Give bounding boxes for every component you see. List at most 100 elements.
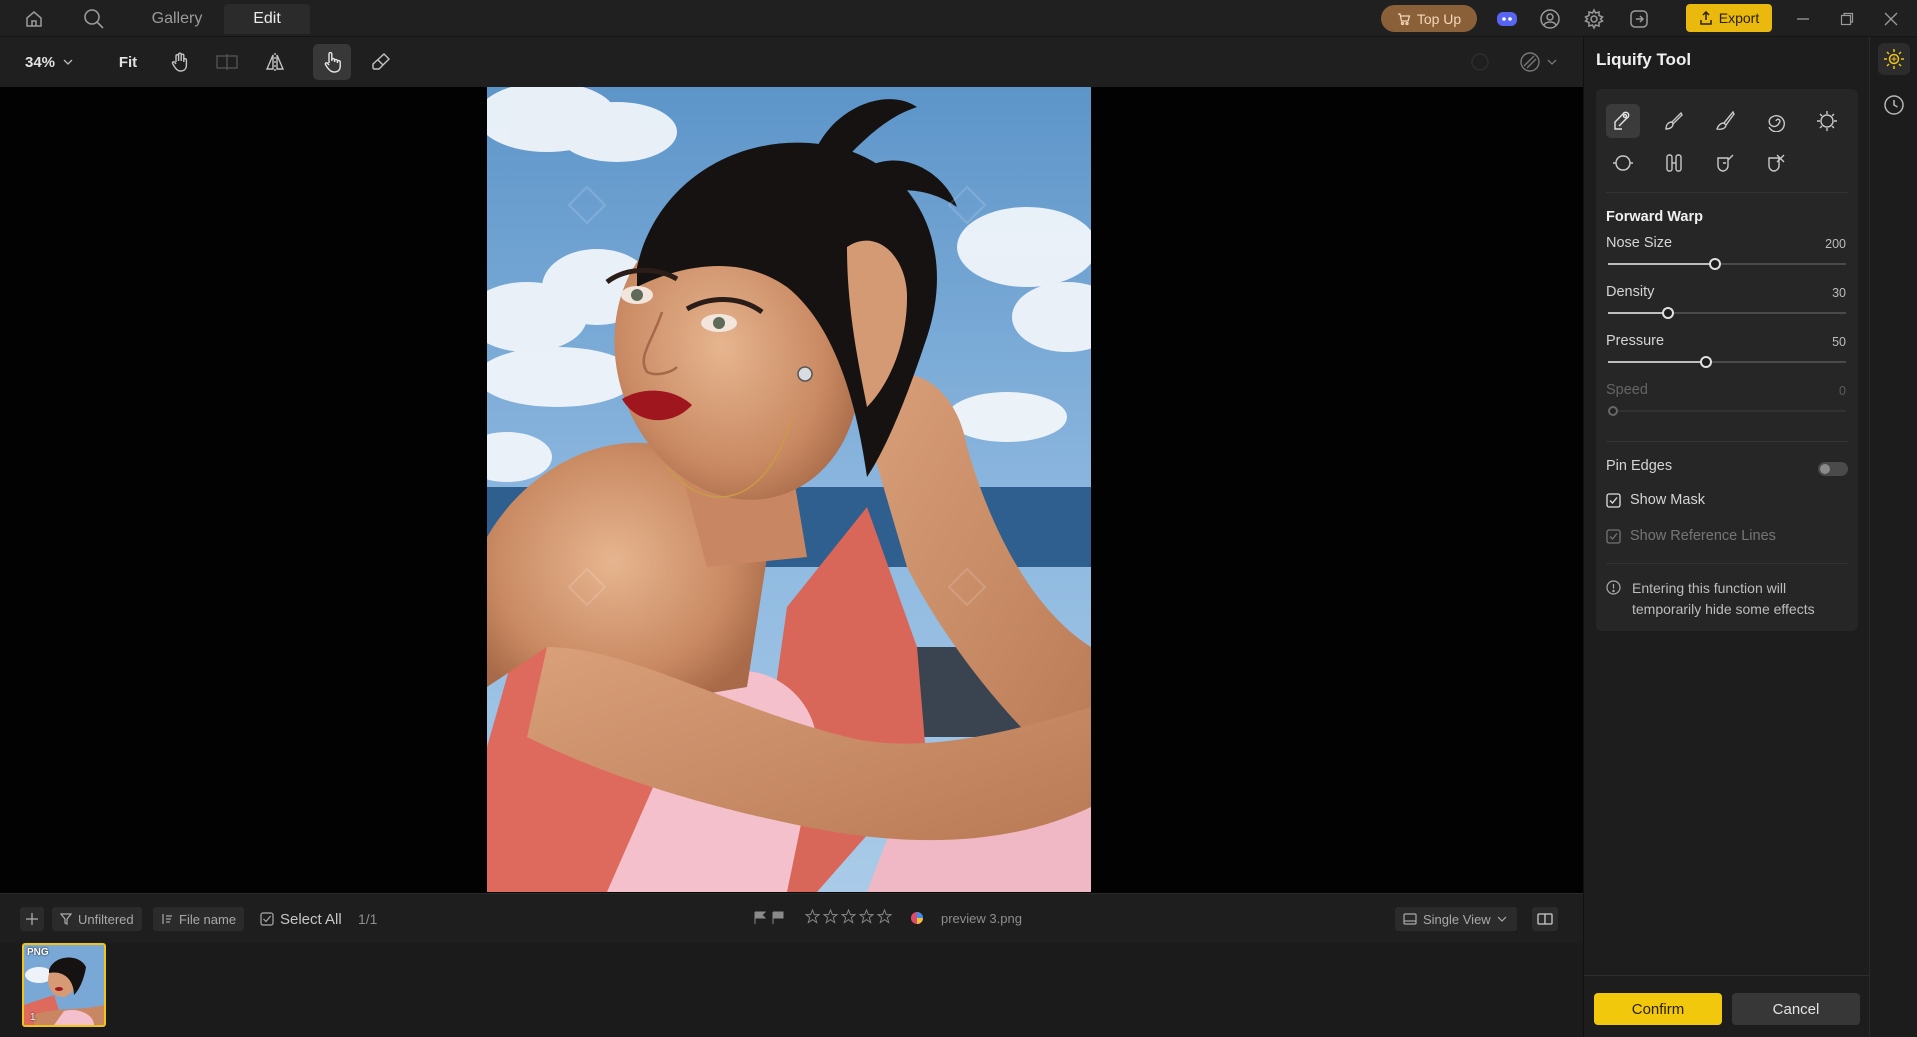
add-button[interactable] bbox=[20, 907, 44, 931]
info-text: Entering this function will temporarily … bbox=[1632, 578, 1852, 620]
filmstrip-toolbar: Unfiltered File name Select All 1/1 prev… bbox=[0, 893, 1583, 943]
slider-track-pressure[interactable] bbox=[1608, 356, 1846, 368]
bloat-icon[interactable] bbox=[1606, 146, 1640, 180]
slider-fill bbox=[1608, 263, 1716, 265]
import-icon[interactable] bbox=[1627, 6, 1651, 31]
star-icon[interactable] bbox=[841, 909, 856, 924]
account-icon[interactable] bbox=[1538, 6, 1562, 31]
history-clock-icon[interactable] bbox=[1878, 89, 1910, 121]
confirm-button[interactable]: Confirm bbox=[1594, 993, 1722, 1025]
plus-icon bbox=[26, 913, 38, 925]
twirl-icon[interactable] bbox=[1759, 104, 1793, 138]
liquify-hand-icon[interactable] bbox=[313, 44, 351, 80]
filter-button[interactable]: Unfiltered bbox=[52, 907, 142, 931]
reject-flag-icon[interactable] bbox=[772, 911, 784, 925]
split-view-button[interactable] bbox=[1532, 907, 1558, 931]
zoom-dropdown[interactable]: 34% bbox=[18, 44, 80, 80]
color-label-icon[interactable] bbox=[910, 911, 924, 930]
slider-value-nose-size: 200 bbox=[1825, 237, 1846, 251]
zoom-value: 34% bbox=[24, 53, 56, 71]
image-canvas[interactable] bbox=[0, 87, 1583, 893]
thumbnail-index: 1 bbox=[30, 1012, 36, 1023]
discord-icon[interactable] bbox=[1495, 6, 1519, 31]
slider-knob[interactable] bbox=[1699, 356, 1712, 368]
slider-track-nose-size[interactable] bbox=[1608, 258, 1846, 270]
hand-icon[interactable] bbox=[163, 44, 197, 80]
star-rating[interactable] bbox=[805, 909, 892, 924]
toggle-knob bbox=[1820, 464, 1830, 474]
flip-icon[interactable] bbox=[258, 44, 292, 80]
info-icon bbox=[1606, 580, 1621, 600]
liquify-settings-box: Forward Warp Nose Size 200 Density 30 Pr… bbox=[1596, 89, 1858, 631]
star-icon[interactable] bbox=[805, 909, 820, 924]
forward-warp-icon[interactable] bbox=[1606, 104, 1640, 138]
smooth-brush-icon[interactable] bbox=[1708, 104, 1742, 138]
slider-label-pressure: Pressure bbox=[1606, 333, 1665, 349]
star-icon[interactable] bbox=[823, 909, 838, 924]
sort-button[interactable]: File name bbox=[153, 907, 245, 931]
sort-label: File name bbox=[179, 911, 237, 927]
chevron-down-icon bbox=[1547, 59, 1557, 65]
info-text-line-1: Entering this function will bbox=[1632, 580, 1787, 596]
restore-icon[interactable] bbox=[1834, 6, 1860, 31]
cancel-button[interactable]: Cancel bbox=[1732, 993, 1860, 1025]
file-type-badge: PNG bbox=[27, 947, 49, 958]
view-mode-label: Single View bbox=[1423, 911, 1491, 927]
chevron-down-icon bbox=[1497, 916, 1507, 922]
slider-label-nose-size: Nose Size bbox=[1606, 235, 1673, 251]
compare-icon[interactable] bbox=[210, 44, 244, 80]
view-mode-dropdown[interactable]: Single View bbox=[1395, 907, 1517, 931]
show-mask-checkbox[interactable]: Show Mask bbox=[1606, 492, 1705, 508]
export-button[interactable]: Export bbox=[1686, 4, 1772, 32]
show-reference-lines-checkbox: Show Reference Lines bbox=[1606, 528, 1776, 544]
star-icon[interactable] bbox=[859, 909, 874, 924]
pucker-icon[interactable] bbox=[1810, 104, 1844, 138]
search-icon[interactable] bbox=[80, 6, 108, 31]
close-icon[interactable] bbox=[1878, 6, 1904, 31]
flag-icon[interactable] bbox=[754, 911, 766, 925]
pin-edges-label: Pin Edges bbox=[1606, 458, 1673, 474]
adjust-sun-icon[interactable] bbox=[1878, 43, 1910, 75]
slider-track-speed bbox=[1608, 406, 1846, 416]
select-all-checkbox[interactable]: Select All bbox=[260, 907, 342, 931]
cart-icon bbox=[1397, 12, 1411, 25]
pin-edges-toggle[interactable] bbox=[1818, 462, 1848, 476]
current-file-name: preview 3.png bbox=[941, 911, 1022, 926]
slider-track-density[interactable] bbox=[1608, 307, 1846, 319]
settings-gear-icon[interactable] bbox=[1582, 6, 1606, 31]
thumbnail-item[interactable]: PNG 1 bbox=[22, 943, 106, 1027]
divider bbox=[1584, 975, 1870, 976]
split-view-icon bbox=[1537, 913, 1553, 925]
spinner-icon bbox=[1466, 44, 1494, 80]
export-label: Export bbox=[1718, 10, 1760, 26]
fit-button[interactable]: Fit bbox=[110, 44, 146, 80]
sort-icon bbox=[162, 914, 172, 924]
thaw-mask-icon[interactable] bbox=[1759, 146, 1793, 180]
single-view-icon bbox=[1403, 913, 1417, 925]
info-text-line-2: temporarily hide some effects bbox=[1632, 601, 1815, 617]
eraser-icon[interactable] bbox=[364, 44, 398, 80]
push-left-icon[interactable] bbox=[1657, 146, 1691, 180]
panel-title: Liquify Tool bbox=[1596, 50, 1692, 69]
home-icon[interactable] bbox=[20, 6, 48, 31]
slider-knob bbox=[1608, 406, 1618, 416]
top-up-button[interactable]: Top Up bbox=[1381, 5, 1477, 32]
freeze-mask-icon[interactable] bbox=[1708, 146, 1742, 180]
tab-gallery[interactable]: Gallery bbox=[138, 4, 216, 34]
slider-value-speed: 0 bbox=[1839, 384, 1846, 398]
tab-edit[interactable]: Edit bbox=[224, 4, 310, 34]
mask-overlay-dropdown[interactable] bbox=[1512, 44, 1564, 80]
filter-label: Unfiltered bbox=[78, 911, 134, 927]
portrait-photo bbox=[487, 87, 1091, 892]
reconstruct-brush-icon[interactable] bbox=[1657, 104, 1691, 138]
slider-knob[interactable] bbox=[1661, 307, 1674, 319]
slider-knob[interactable] bbox=[1709, 258, 1722, 270]
star-icon[interactable] bbox=[877, 909, 892, 924]
divider bbox=[1606, 563, 1848, 564]
right-rail bbox=[1869, 37, 1917, 1037]
minimize-icon[interactable] bbox=[1790, 6, 1816, 31]
slider-fill bbox=[1608, 361, 1706, 363]
slider-label-speed: Speed bbox=[1606, 382, 1648, 398]
checkbox-icon bbox=[260, 912, 274, 926]
slider-fill bbox=[1608, 312, 1668, 314]
